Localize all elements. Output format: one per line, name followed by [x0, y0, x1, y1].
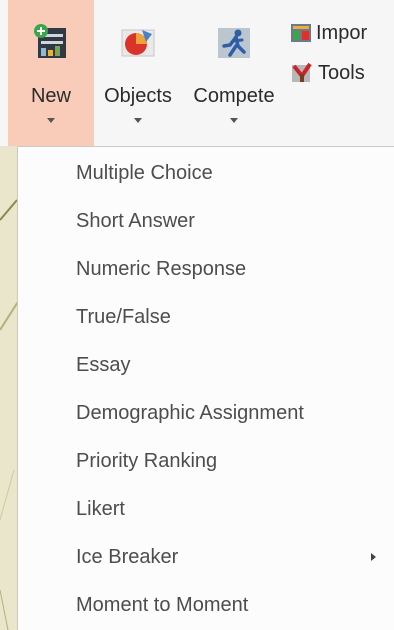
compete-runner-icon: [218, 28, 250, 58]
menu-item-moment-to-moment[interactable]: Moment to Moment: [18, 581, 394, 629]
new-button[interactable]: New: [8, 0, 94, 146]
menu-item-priority-ranking[interactable]: Priority Ranking: [18, 437, 394, 485]
menu-item-likert[interactable]: Likert: [18, 485, 394, 533]
new-button-label: New: [30, 85, 71, 107]
tools-button-label: Tools: [318, 61, 365, 84]
menu-item-true-false[interactable]: True/False: [18, 293, 394, 341]
chevron-right-icon: [371, 553, 376, 561]
new-question-dropdown-menu: Multiple Choice Short Answer Numeric Res…: [17, 146, 394, 630]
menu-item-short-answer[interactable]: Short Answer: [18, 197, 394, 245]
compete-button[interactable]: Compete: [186, 0, 282, 146]
new-question-icon: [34, 24, 66, 58]
compete-button-label: Compete: [193, 85, 275, 107]
menu-item-numeric-response[interactable]: Numeric Response: [18, 245, 394, 293]
objects-button[interactable]: Objects: [94, 0, 182, 146]
menu-item-multiple-choice[interactable]: Multiple Choice: [18, 149, 394, 197]
chevron-down-icon: [47, 118, 55, 123]
ribbon-toolbar: New Objects Compete Impor Tools: [0, 0, 394, 147]
menu-item-ice-breaker-label: Ice Breaker: [76, 546, 179, 568]
tools-button[interactable]: Tools: [290, 58, 365, 88]
tools-icon: [292, 62, 312, 82]
import-button[interactable]: Impor: [290, 18, 367, 48]
menu-item-essay[interactable]: Essay: [18, 341, 394, 389]
chevron-down-icon: [230, 118, 238, 123]
menu-item-ice-breaker[interactable]: Ice Breaker: [18, 533, 394, 581]
objects-button-label: Objects: [104, 85, 172, 107]
objects-pie-icon: [121, 29, 155, 57]
menu-item-demographic-assignment[interactable]: Demographic Assignment: [18, 389, 394, 437]
chevron-down-icon: [134, 118, 142, 123]
import-button-label: Impor: [316, 21, 368, 44]
import-icon: [291, 24, 311, 42]
